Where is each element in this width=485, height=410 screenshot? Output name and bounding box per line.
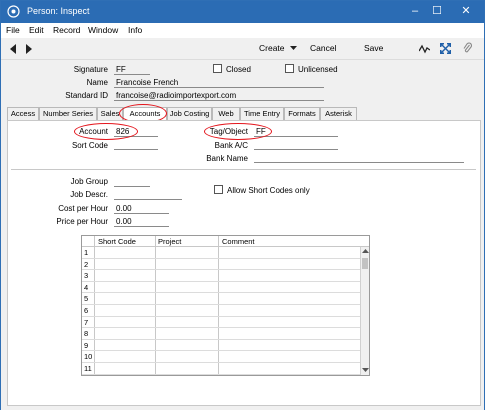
tab-job-costing[interactable]: Job Costing xyxy=(167,107,212,121)
standard-id-underline xyxy=(114,100,324,101)
job-group-label: Job Group xyxy=(70,177,108,186)
table-row[interactable]: 8 xyxy=(82,328,360,340)
signature-field[interactable]: FF xyxy=(116,65,126,74)
table-row[interactable]: 11 xyxy=(82,363,360,375)
grid-header-comment: Comment xyxy=(222,237,255,246)
tab-web[interactable]: Web xyxy=(212,107,240,121)
previous-record-icon[interactable] xyxy=(9,44,17,54)
menu-info[interactable]: Info xyxy=(128,25,142,35)
closed-checkbox[interactable] xyxy=(213,64,222,73)
grid-scrollbar[interactable] xyxy=(360,247,369,375)
row-number: 1 xyxy=(84,248,89,257)
price-per-hour-label: Price per Hour xyxy=(56,217,108,226)
job-group-field[interactable] xyxy=(114,186,150,187)
menu-window[interactable]: Window xyxy=(88,25,118,35)
maximize-button[interactable]: ☐ xyxy=(424,1,450,21)
name-label: Name xyxy=(86,78,108,87)
next-record-icon[interactable] xyxy=(25,44,33,54)
toolbar: Create Cancel Save xyxy=(1,38,484,60)
table-row[interactable]: 4 xyxy=(82,282,360,294)
menu-record[interactable]: Record xyxy=(53,25,80,35)
save-button[interactable]: Save xyxy=(364,43,383,53)
table-row[interactable]: 3 xyxy=(82,270,360,282)
bank-name-label: Bank Name xyxy=(206,154,248,163)
standard-id-label: Standard ID xyxy=(65,91,108,100)
section-divider xyxy=(11,169,476,170)
menu-edit[interactable]: Edit xyxy=(29,25,44,35)
tab-formats[interactable]: Formats xyxy=(284,107,320,121)
row-number: 6 xyxy=(84,306,89,315)
grid-header: Short Code Project Comment xyxy=(82,236,369,247)
table-row[interactable]: 10 xyxy=(82,351,360,363)
create-label: Create xyxy=(259,43,285,53)
table-row[interactable]: 2 xyxy=(82,259,360,271)
unlicensed-label: Unlicensed xyxy=(298,65,338,74)
grid-header-project: Project xyxy=(158,237,182,246)
table-row[interactable]: 7 xyxy=(82,317,360,329)
scroll-up-icon[interactable] xyxy=(362,249,369,254)
row-number: 5 xyxy=(84,294,89,304)
window-title: Person: Inspect xyxy=(27,6,90,16)
app-icon xyxy=(7,5,20,18)
tab-number-series[interactable]: Number Series xyxy=(39,107,97,121)
unlicensed-checkbox[interactable] xyxy=(285,64,294,73)
account-highlight xyxy=(74,123,138,140)
bank-ac-label: Bank A/C xyxy=(214,141,248,150)
close-button[interactable]: ✕ xyxy=(453,1,479,21)
row-number: 10 xyxy=(84,352,93,362)
job-descr-label: Job Descr. xyxy=(70,190,108,199)
row-number: 8 xyxy=(84,329,89,339)
menu-bar: File Edit Record Window Info xyxy=(1,23,484,38)
cost-per-hour-field[interactable]: 0.00 xyxy=(116,204,132,213)
row-number: 3 xyxy=(84,271,89,281)
name-field[interactable]: Francoise French xyxy=(116,78,178,87)
cost-per-hour-underline xyxy=(114,213,169,214)
signature-label: Signature xyxy=(73,65,108,74)
create-button[interactable]: Create xyxy=(259,43,297,53)
sort-code-field[interactable] xyxy=(114,149,158,150)
closed-label: Closed xyxy=(226,65,251,74)
expand-icon[interactable] xyxy=(440,43,451,54)
paperclip-icon[interactable] xyxy=(463,42,472,55)
tag-object-underline xyxy=(254,136,338,137)
person-inspect-window: Person: Inspect – ☐ ✕ File Edit Record W… xyxy=(0,0,485,410)
bank-ac-field[interactable] xyxy=(254,149,338,150)
job-descr-field[interactable] xyxy=(114,199,182,200)
table-row[interactable]: 5 xyxy=(82,293,360,305)
table-row[interactable]: 9 xyxy=(82,340,360,352)
cost-per-hour-label: Cost per Hour xyxy=(58,204,108,213)
short-code-grid: Short Code Project Comment 1 2 3 4 5 6 7… xyxy=(81,235,370,376)
row-number: 7 xyxy=(84,317,89,327)
row-number: 4 xyxy=(84,282,89,292)
price-per-hour-underline xyxy=(114,226,169,227)
name-underline xyxy=(114,87,324,88)
tab-bar: Access Number Series Sales Accounts Job … xyxy=(7,107,481,122)
row-number: 11 xyxy=(84,364,92,373)
scrollbar-thumb[interactable] xyxy=(362,258,368,269)
row-number: 2 xyxy=(84,259,89,269)
signature-underline xyxy=(114,74,150,75)
activity-icon[interactable] xyxy=(419,44,430,54)
title-bar: Person: Inspect – ☐ ✕ xyxy=(1,1,484,23)
menu-file[interactable]: File xyxy=(6,25,20,35)
table-row[interactable]: 1 xyxy=(82,247,360,259)
allow-short-codes-checkbox[interactable] xyxy=(214,185,223,194)
standard-id-field[interactable]: francoise@radioimportexport.com xyxy=(116,91,236,100)
tab-asterisk[interactable]: Asterisk xyxy=(320,107,357,121)
tab-access[interactable]: Access xyxy=(7,107,39,121)
cancel-button[interactable]: Cancel xyxy=(310,43,336,53)
tag-object-highlight xyxy=(204,123,272,140)
grid-header-short-code: Short Code xyxy=(98,237,136,246)
price-per-hour-field[interactable]: 0.00 xyxy=(116,217,132,226)
allow-short-codes-label: Allow Short Codes only xyxy=(227,186,310,195)
table-row[interactable]: 6 xyxy=(82,305,360,317)
chevron-down-icon xyxy=(289,46,297,51)
sort-code-label: Sort Code xyxy=(71,141,108,150)
bank-name-field[interactable] xyxy=(254,162,464,163)
scroll-down-icon[interactable] xyxy=(362,368,369,373)
tab-time-entry[interactable]: Time Entry xyxy=(240,107,284,121)
row-number: 9 xyxy=(84,340,89,350)
